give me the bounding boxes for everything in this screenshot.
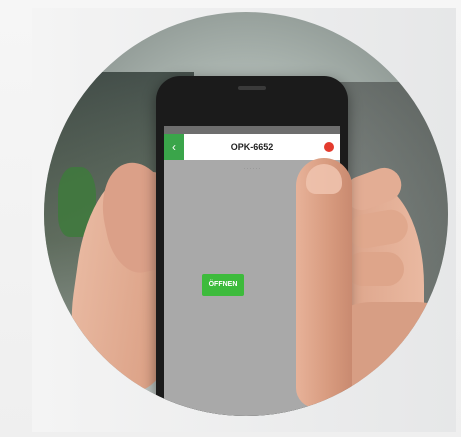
status-bar [164,126,340,134]
finger-nail [306,164,342,194]
phone-speaker [238,86,266,90]
index-finger [296,158,352,408]
device-title: OPK-6652 [230,142,274,152]
open-button[interactable]: ÖFFNEN [202,274,244,296]
right-finger [346,252,404,286]
app-header: ‹ OPK-6652 [164,134,340,160]
settings-icon[interactable] [324,142,334,152]
circular-photo: ‹ OPK-6652 · · · · · · ÖFFNEN [44,12,448,416]
